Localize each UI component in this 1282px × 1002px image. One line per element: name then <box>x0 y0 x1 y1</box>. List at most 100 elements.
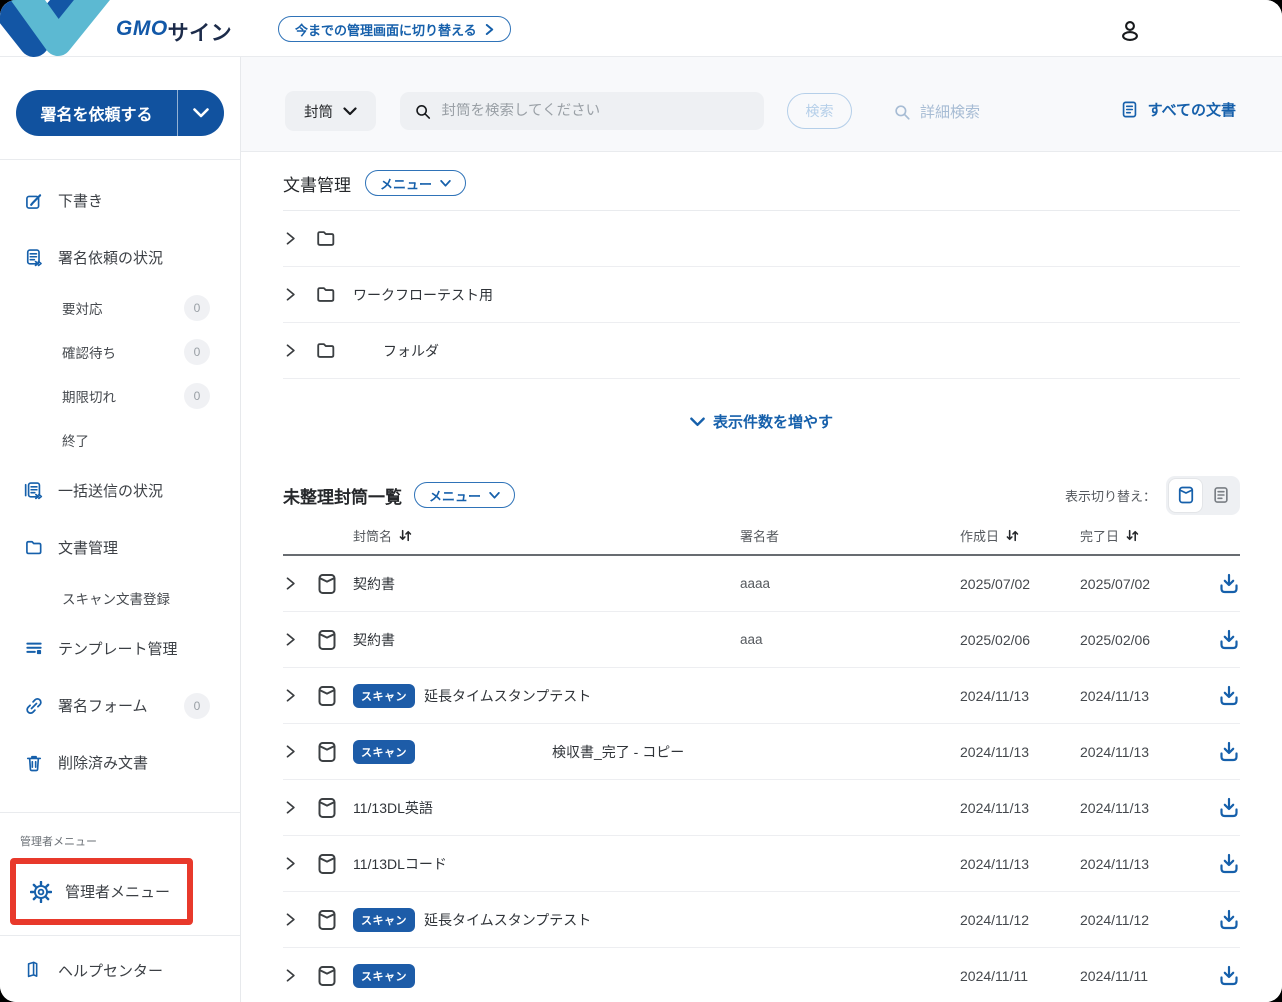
sort-icon <box>1005 528 1020 543</box>
sidebar-item-template-management[interactable]: テンプレート管理 <box>0 620 240 677</box>
chevron-right-icon[interactable] <box>283 343 298 358</box>
sidebar-item-request-status[interactable]: 署名依頼の状況 <box>0 229 240 286</box>
completed-date: 2024/11/13 <box>1080 744 1217 760</box>
switch-admin-screen-label: 今までの管理画面に切り替える <box>295 20 477 39</box>
sidebar-item-bulk-send-status[interactable]: 一括送信の状況 <box>0 462 240 519</box>
logo-gmo: GMO <box>116 17 168 47</box>
envelope-icon <box>315 852 339 876</box>
chevron-right-icon[interactable] <box>283 576 298 591</box>
envelope-name: 契約書 <box>353 630 395 650</box>
envelope-icon <box>315 796 339 820</box>
envelope-row[interactable]: 契約書 aaaa 2025/07/02 2025/07/02 <box>283 556 1240 612</box>
envelope-row[interactable]: 11/13DL英語 2024/11/13 2024/11/13 <box>283 780 1240 836</box>
folder-icon <box>24 538 44 558</box>
sidebar-subitem-expired[interactable]: 期限切れ 0 <box>0 374 240 418</box>
logo-sign: サイン <box>168 17 233 47</box>
request-signature-area: 署名を依頼する <box>0 57 240 160</box>
chevron-right-icon[interactable] <box>283 856 298 871</box>
count-badge: 0 <box>184 693 210 719</box>
chevron-right-icon[interactable] <box>283 231 298 246</box>
envelope-row[interactable]: スキャン延長タイムスタンプテスト 2024/11/13 2024/11/13 <box>283 668 1240 724</box>
column-label: 封筒名 <box>353 526 392 545</box>
envelope-row[interactable]: スキャン検収書_完了 - コピー 2024/11/13 2024/11/13 <box>283 724 1240 780</box>
search-category-select[interactable]: 封筒 <box>285 91 376 131</box>
chevron-down-icon <box>690 417 705 427</box>
download-icon[interactable] <box>1217 684 1241 708</box>
link-icon <box>24 696 44 716</box>
sidebar-subitem-scan-doc-register[interactable]: スキャン文書登録 <box>0 576 240 620</box>
scan-badge: スキャン <box>353 908 415 932</box>
count-badge: 0 <box>184 383 210 409</box>
sidebar-item-draft[interactable]: 下書き <box>0 172 240 229</box>
advanced-search-link[interactable]: 詳細検索 <box>893 101 980 122</box>
envelope-view-button[interactable] <box>1169 479 1202 512</box>
switch-admin-screen-button[interactable]: 今までの管理画面に切り替える <box>278 16 511 42</box>
chevron-right-icon[interactable] <box>283 800 298 815</box>
sidebar-subitem-label: 期限切れ <box>62 386 116 406</box>
search-bar-area: 封筒 検索 詳細検索 すべての文書 <box>241 57 1282 152</box>
download-icon[interactable] <box>1217 628 1241 652</box>
folder-row[interactable]: フォルダ <box>283 323 1240 379</box>
sidebar-divider <box>0 812 240 813</box>
doc-management-menu-button[interactable]: メニュー <box>365 170 466 196</box>
sidebar-subitem-waiting-confirm[interactable]: 確認待ち 0 <box>0 330 240 374</box>
chevron-right-icon[interactable] <box>283 287 298 302</box>
column-label: 作成日 <box>960 526 999 545</box>
sidebar-subitem-needs-action[interactable]: 要対応 0 <box>0 286 240 330</box>
chevron-right-icon[interactable] <box>283 632 298 647</box>
signer: aaa <box>740 632 960 647</box>
chevron-down-icon <box>193 108 209 118</box>
column-envelope-name[interactable]: 封筒名 <box>353 526 740 545</box>
show-more-link[interactable]: 表示件数を増やす <box>283 411 1240 432</box>
download-icon[interactable] <box>1217 852 1241 876</box>
list-view-button[interactable] <box>1204 479 1237 512</box>
envelope-icon <box>315 908 339 932</box>
download-icon[interactable] <box>1217 740 1241 764</box>
envelope-list-menu-button[interactable]: メニュー <box>414 482 515 508</box>
created-date: 2024/11/13 <box>960 856 1080 872</box>
sort-icon <box>1125 528 1140 543</box>
envelope-list-title: 未整理封筒一覧 <box>283 483 402 508</box>
download-icon[interactable] <box>1217 572 1241 596</box>
chevron-right-icon[interactable] <box>283 968 298 983</box>
search-button[interactable]: 検索 <box>787 93 852 129</box>
envelope-row[interactable]: スキャン延長タイムスタンプテスト 2024/11/12 2024/11/12 <box>283 892 1240 948</box>
sidebar-subitem-label: 終了 <box>62 430 89 450</box>
chevron-right-icon[interactable] <box>283 912 298 927</box>
all-documents-label: すべての文書 <box>1148 99 1236 120</box>
all-documents-link[interactable]: すべての文書 <box>1120 99 1236 120</box>
chevron-down-icon <box>489 492 500 499</box>
folder-row[interactable]: ワークフローテスト用 <box>283 267 1240 323</box>
envelope-row[interactable]: スキャン 2024/11/11 2024/11/11 <box>283 948 1240 1002</box>
download-icon[interactable] <box>1217 796 1241 820</box>
user-account-icon[interactable] <box>1118 19 1142 43</box>
bulk-document-icon <box>24 481 44 501</box>
sidebar-item-label: 下書き <box>58 190 103 211</box>
envelope-row[interactable]: 11/13DLコード 2024/11/13 2024/11/13 <box>283 836 1240 892</box>
download-icon[interactable] <box>1217 908 1241 932</box>
app-window: GMOサイン 今までの管理画面に切り替える 署名を依頼する <box>0 0 1282 1002</box>
sidebar-item-admin-menu[interactable]: 管理者メニュー <box>16 881 170 903</box>
column-signer[interactable]: 署名者 <box>740 526 960 545</box>
sidebar-subitem-finished[interactable]: 終了 <box>0 418 240 462</box>
download-icon[interactable] <box>1217 964 1241 988</box>
request-signature-dropdown-button[interactable] <box>178 90 224 136</box>
folder-icon <box>315 340 337 362</box>
search-input[interactable] <box>441 103 750 119</box>
chevron-right-icon[interactable] <box>283 688 298 703</box>
sidebar-item-deleted-docs[interactable]: 削除済み文書 <box>0 734 240 791</box>
folder-row[interactable] <box>283 211 1240 267</box>
column-completed[interactable]: 完了日 <box>1080 526 1217 545</box>
envelope-row[interactable]: 契約書 aaa 2025/02/06 2025/02/06 <box>283 612 1240 668</box>
chevron-right-icon[interactable] <box>283 744 298 759</box>
annotation-highlight-box: 管理者メニュー <box>10 858 193 925</box>
trash-icon <box>24 753 44 773</box>
request-signature-split-button: 署名を依頼する <box>16 90 224 136</box>
sidebar-item-doc-management[interactable]: 文書管理 <box>0 519 240 576</box>
request-signature-button[interactable]: 署名を依頼する <box>16 90 178 136</box>
sidebar-item-signature-form[interactable]: 署名フォーム 0 <box>0 677 240 734</box>
view-toggle-label: 表示切り替え： <box>1065 486 1156 505</box>
column-created[interactable]: 作成日 <box>960 526 1080 545</box>
created-date: 2024/11/12 <box>960 912 1080 928</box>
sidebar-item-help-center[interactable]: ヘルプセンター <box>0 948 240 992</box>
